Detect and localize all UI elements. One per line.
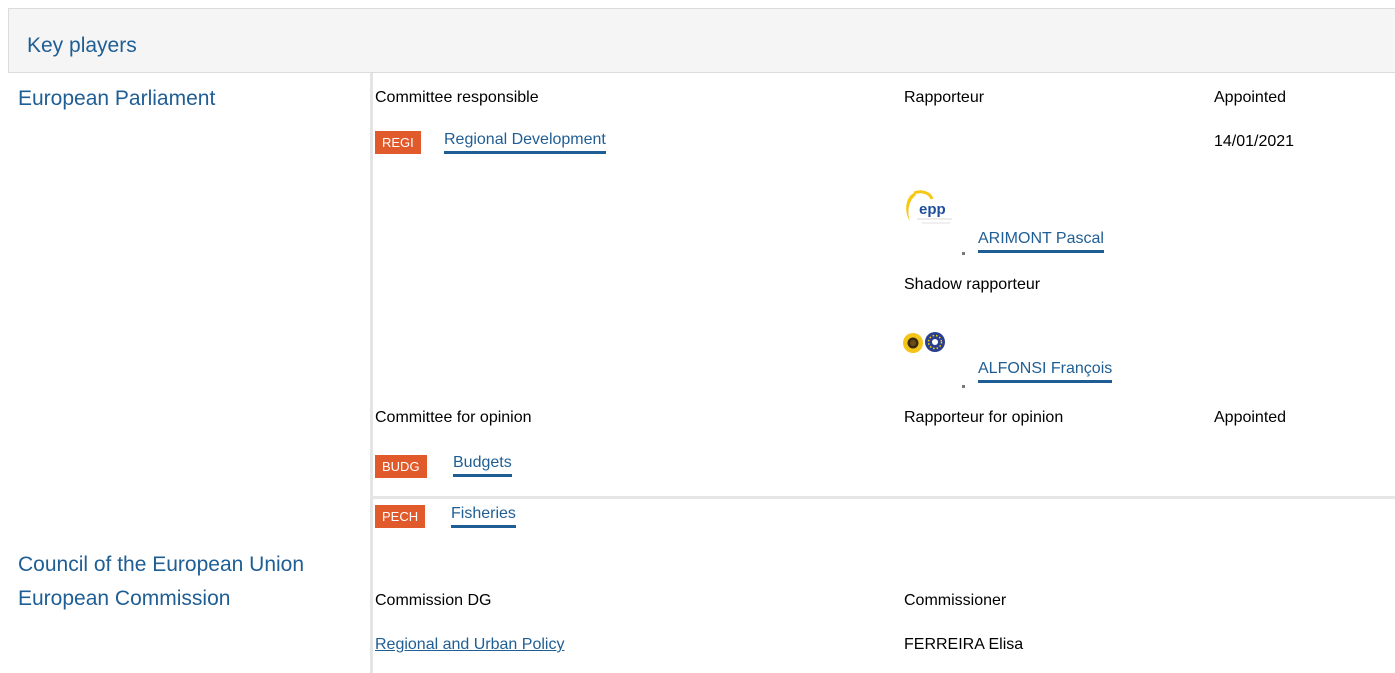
commissioner-label: Commissioner [904,592,1007,609]
institution-commission[interactable]: European Commission [18,587,230,611]
shadow-rapporteur-link-alfonsi[interactable]: ALFONSI François [978,360,1113,383]
appointed-label: Appointed [1214,89,1287,106]
greens-efa-logo [902,330,962,364]
column-divider [370,73,373,673]
commission-dg-label: Commission DG [375,592,492,609]
committee-code-badge: PECH [375,505,426,528]
committee-link-budgets[interactable]: Budgets [453,454,512,477]
epp-logo: epp [902,187,968,247]
svg-text:epp: epp [919,201,946,218]
committee-link-fisheries[interactable]: Fisheries [451,505,516,528]
row-separator [373,496,1395,499]
panel-title: Key players [27,34,137,57]
logo-dot [962,252,965,255]
logo-dot [962,385,965,388]
committee-responsible-label: Committee responsible [375,89,539,106]
commissioner-name: FERREIRA Elisa [904,636,1024,653]
committee-opinion-label: Committee for opinion [375,409,532,426]
institutions-column: European Parliament Council of the Europ… [8,73,370,673]
shadow-rapporteur-label: Shadow rapporteur [904,276,1041,293]
appointed-opinion-label: Appointed [1214,409,1287,426]
rapporteur-link-arimont[interactable]: ARIMONT Pascal [978,230,1104,253]
commission-dg-link[interactable]: Regional and Urban Policy [375,636,564,654]
institution-council[interactable]: Council of the European Union [18,553,304,577]
committee-link-regional-development[interactable]: Regional Development [444,131,606,154]
institution-european-parliament[interactable]: European Parliament [18,87,215,111]
rapporteur-opinion-label: Rapporteur for opinion [904,409,1064,426]
key-players-header: Key players [8,8,1395,73]
committee-code-badge: BUDG [375,455,427,478]
committee-code-badge: REGI [375,131,421,154]
appointed-date: 14/01/2021 [1214,133,1295,150]
rapporteur-label: Rapporteur [904,89,985,106]
